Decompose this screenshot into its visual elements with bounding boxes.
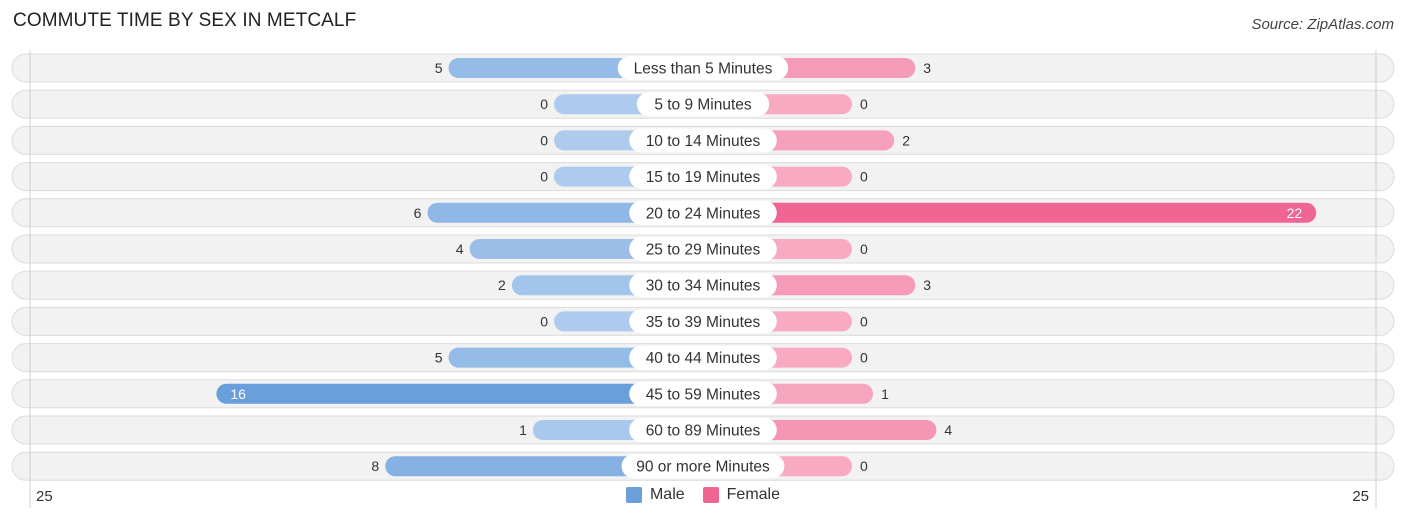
category-label: 25 to 29 Minutes (646, 242, 761, 259)
value-label-male: 6 (414, 205, 422, 221)
value-label-female: 22 (1287, 205, 1303, 221)
value-label-male: 4 (456, 241, 464, 257)
value-label-female: 2 (902, 132, 910, 148)
value-label-female: 0 (860, 169, 868, 185)
value-label-female: 0 (860, 458, 868, 474)
value-label-male: 1 (519, 422, 527, 438)
category-label: 20 to 24 Minutes (646, 205, 761, 222)
category-label: Less than 5 Minutes (634, 61, 773, 78)
value-label-male: 5 (435, 350, 443, 366)
category-label: 60 to 89 Minutes (646, 423, 761, 440)
legend: Male Female (0, 486, 1406, 504)
category-label: 30 to 34 Minutes (646, 278, 761, 295)
value-label-female: 0 (860, 241, 868, 257)
category-label: 15 to 19 Minutes (646, 169, 761, 186)
category-label: 90 or more Minutes (636, 459, 770, 476)
bar-female (703, 202, 1317, 223)
value-label-male: 0 (540, 96, 548, 112)
category-label: 10 to 14 Minutes (646, 133, 761, 150)
value-label-male: 0 (540, 132, 548, 148)
legend-swatch-male (625, 487, 642, 503)
legend-label-female: Female (726, 486, 781, 503)
category-label: 5 to 9 Minutes (654, 97, 752, 114)
category-label: 35 to 39 Minutes (646, 314, 761, 331)
chart-svg: Less than 5 Minutes 5 3 5 to 9 Minutes 0 0 10 … (11, 50, 1395, 508)
legend-swatch-female (702, 487, 719, 503)
value-label-male: 5 (435, 60, 443, 76)
value-label-male: 16 (230, 386, 246, 402)
value-label-male: 0 (540, 169, 548, 185)
value-label-female: 0 (860, 350, 868, 366)
value-label-female: 3 (923, 277, 931, 293)
value-label-female: 4 (944, 422, 952, 438)
value-label-female: 1 (881, 386, 889, 402)
value-label-female: 0 (860, 313, 868, 329)
legend-item-female[interactable]: Female (702, 486, 781, 504)
category-label: 40 to 44 Minutes (646, 350, 761, 367)
value-label-female: 3 (923, 60, 931, 76)
value-label-male: 0 (540, 313, 548, 329)
value-label-male: 8 (371, 458, 379, 474)
category-label: 45 to 59 Minutes (646, 386, 761, 403)
value-label-male: 2 (498, 277, 506, 293)
legend-item-male[interactable]: Male (625, 486, 685, 504)
value-label-female: 0 (860, 96, 868, 112)
legend-label-male: Male (649, 486, 685, 503)
